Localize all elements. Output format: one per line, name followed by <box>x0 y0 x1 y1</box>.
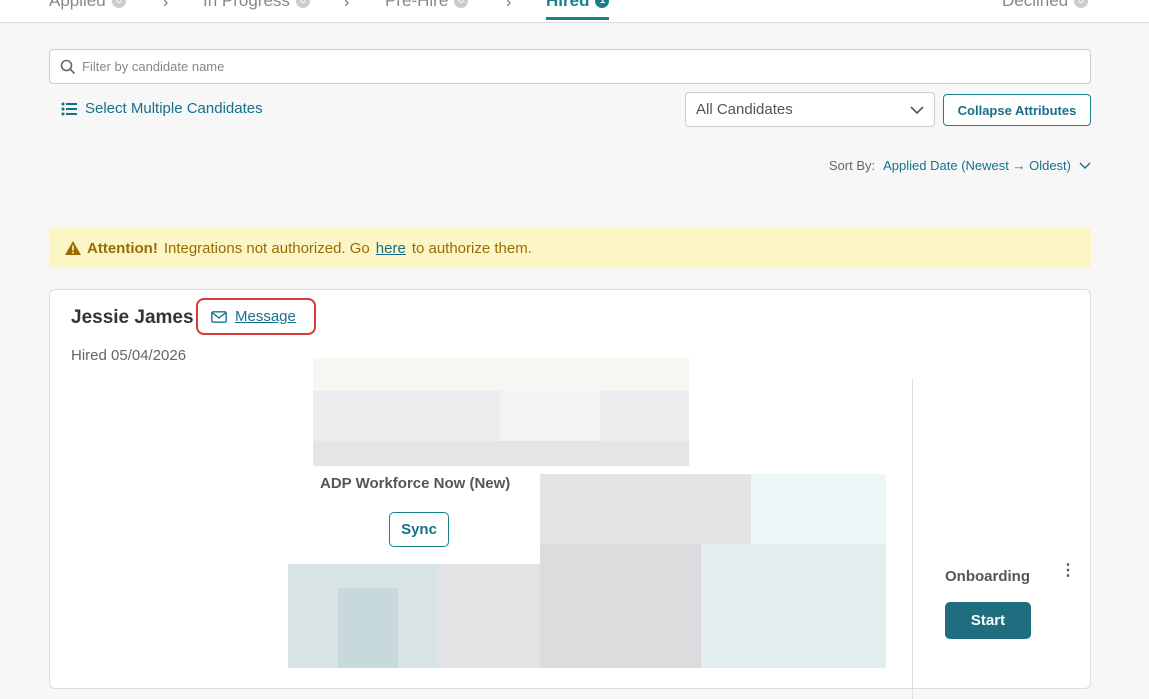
chevron-right-icon: › <box>344 0 350 11</box>
chevron-right-icon: › <box>506 0 512 11</box>
candidate-name: Jessie James <box>71 307 194 328</box>
select-multiple-button[interactable]: Select Multiple Candidates <box>61 100 263 117</box>
integration-name: ADP Workforce Now (New) <box>320 475 511 492</box>
chevron-right-icon: › <box>163 0 169 11</box>
redacted-pixelated-area <box>288 358 886 668</box>
alert-title: Attention! <box>87 239 158 257</box>
tab-count: 0 <box>111 0 126 8</box>
select-multiple-label: Select Multiple Candidates <box>85 100 263 117</box>
tab-declined[interactable]: Declined 0 <box>1002 0 1089 11</box>
alert-text-pre: Integrations not authorized. Go <box>163 239 370 257</box>
message-label: Message <box>235 308 296 325</box>
more-options-icon[interactable]: ⋮ <box>1060 560 1076 580</box>
tab-count: 0 <box>454 0 469 8</box>
warning-icon <box>65 241 81 255</box>
tab-in-progress[interactable]: In Progress 0 <box>203 0 310 11</box>
list-icon <box>61 102 77 115</box>
collapse-attributes-button[interactable]: Collapse Attributes <box>943 94 1091 126</box>
tab-hired[interactable]: Hired 1 <box>546 0 610 20</box>
tab-applied[interactable]: Applied 0 <box>49 0 126 11</box>
tab-pre-hire[interactable]: Pre-Hire 0 <box>385 0 469 11</box>
stage-tabs: Applied 0 › In Progress 0 › Pre-Hire 0 › Hi… <box>0 0 1149 23</box>
sort-by[interactable]: Sort By: Applied Date (Newest → Oldest) <box>829 158 1091 173</box>
tab-label: In Progress <box>203 0 290 10</box>
tab-count: 0 <box>295 0 310 8</box>
sort-label: Sort By: <box>828 158 876 173</box>
tab-label: Applied <box>49 0 106 10</box>
chevron-down-icon <box>910 105 924 114</box>
tab-count: 0 <box>1074 0 1089 8</box>
chevron-down-icon <box>1079 162 1091 169</box>
message-button[interactable]: Message <box>196 298 316 335</box>
search-icon <box>60 59 76 74</box>
hired-date: Hired 05/04/2026 <box>71 347 187 364</box>
envelope-icon <box>211 310 227 323</box>
sync-button[interactable]: Sync <box>389 512 449 547</box>
tab-label: Pre-Hire <box>385 0 449 10</box>
integration-alert: Attention! Integrations not authorized. … <box>49 228 1091 268</box>
dropdown-value: All Candidates <box>696 101 793 118</box>
candidate-filter <box>49 49 1091 84</box>
candidate-card: Jessie James Message Hired 05/04/2026 AD… <box>49 289 1091 699</box>
sort-value: Applied Date (Newest → Oldest) <box>883 158 1071 173</box>
tab-label: Hired <box>546 0 590 10</box>
tab-label: Declined <box>1002 0 1069 10</box>
authorize-link[interactable]: here <box>376 240 406 257</box>
tab-count: 1 <box>595 0 610 8</box>
onboarding-label: Onboarding <box>945 568 1030 585</box>
candidates-dropdown[interactable]: All Candidates <box>685 92 935 127</box>
divider <box>912 379 913 699</box>
start-button[interactable]: Start <box>945 602 1031 639</box>
alert-text-post: to authorize them. <box>411 239 532 257</box>
search-input[interactable] <box>82 59 982 74</box>
